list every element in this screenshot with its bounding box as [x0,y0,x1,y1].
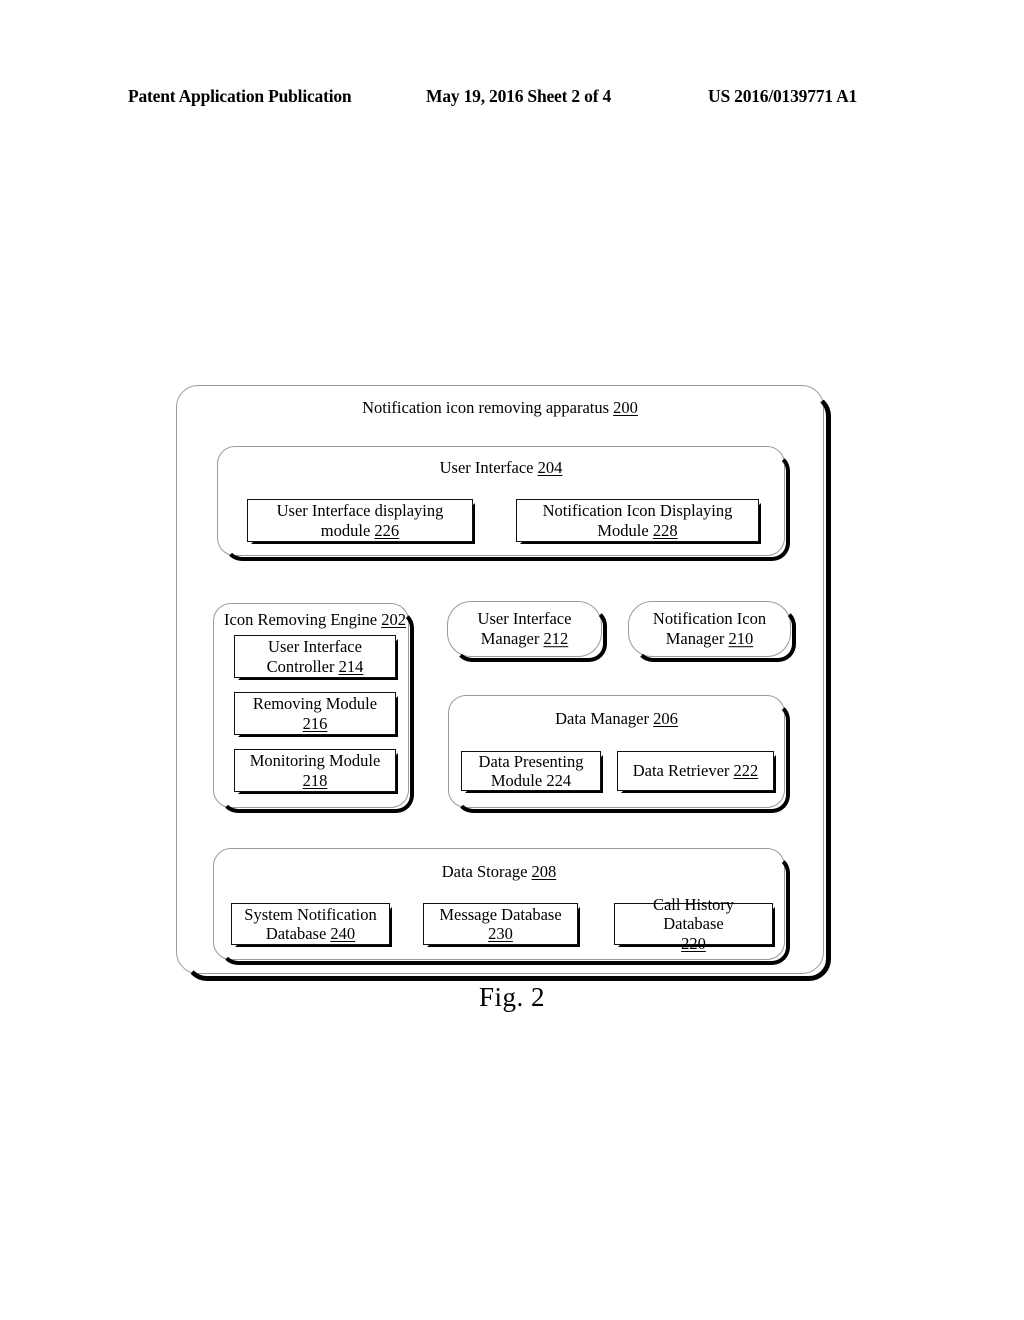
monitoring-module[interactable]: Monitoring Module 218 [234,749,398,794]
system-notification-database[interactable]: System Notification Database 240 [231,903,392,947]
figure-2-block-diagram: Notification icon removing apparatus 200… [0,0,1024,1320]
data-manager-title-text: Data Manager [555,709,654,728]
data-retriever-label: Data Retriever 222 [632,761,759,781]
monitoring-module-label: Monitoring Module 218 [249,751,381,790]
removing-module[interactable]: Removing Module 216 [234,692,398,737]
user-interface-ref-number: 204 [537,458,563,477]
icon-removing-engine-title-text: Icon Removing Engine [224,610,382,629]
message-database[interactable]: Message Database 230 [423,903,580,947]
user-interface-title-text: User Interface [439,458,538,477]
apparatus-ref-number: 200 [613,398,638,417]
user-interface-title: User Interface 204 [218,458,784,478]
user-interface-displaying-module[interactable]: User Interface displaying module 226 [247,499,475,544]
icon-removing-engine-ref-number: 202 [381,610,406,629]
system-notification-database-label: System Notification Database 240 [244,904,377,943]
figure-caption: Fig. 2 [478,982,546,1012]
notification-icon-displaying-module[interactable]: Notification Icon Displaying Module 228 [516,499,761,544]
data-manager-title: Data Manager 206 [449,709,784,729]
user-interface-manager-box[interactable]: User Interface Manager 212 [447,601,607,662]
icon-removing-engine-title: Icon Removing Engine 202 [214,610,408,630]
call-history-database[interactable]: Call History Database 220 [614,895,775,953]
apparatus-title-text: Notification icon removing apparatus [362,398,614,417]
user-interface-controller-label: User Interface Controller 214 [266,637,364,676]
data-manager-ref-number: 206 [653,709,678,728]
data-storage-title: Data Storage 208 [214,862,784,882]
data-storage-ref-number: 208 [531,862,557,881]
removing-module-label: Removing Module 216 [252,694,378,733]
data-retriever-module[interactable]: Data Retriever 222 [617,751,776,793]
notification-icon-manager-label: Notification Icon Manager 210 [652,609,767,648]
notification-icon-manager-box[interactable]: Notification Icon Manager 210 [628,601,796,662]
user-interface-manager-label: User Interface Manager 212 [477,609,572,648]
message-database-label: Message Database 230 [439,904,562,943]
notification-icon-displaying-module-label: Notification Icon Displaying Module 228 [542,501,733,540]
data-presenting-module-label: Data Presenting Module 224 [478,751,584,790]
apparatus-title: Notification icon removing apparatus 200 [177,398,823,418]
user-interface-controller-module[interactable]: User Interface Controller 214 [234,635,398,680]
call-history-database-label: Call History Database 220 [652,894,735,953]
user-interface-displaying-module-label: User Interface displaying module 226 [276,501,444,540]
data-storage-title-text: Data Storage [441,862,532,881]
data-presenting-module[interactable]: Data Presenting Module 224 [461,751,603,793]
